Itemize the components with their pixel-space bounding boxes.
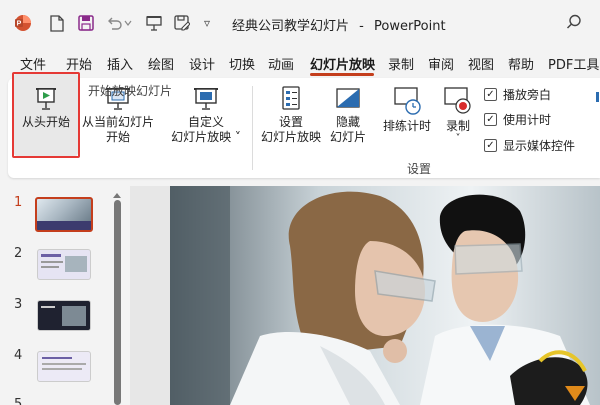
custom-slideshow-label-1: 自定义 [187, 115, 224, 129]
rehearse-timings-icon [394, 87, 421, 115]
thumbnails-scrollbar[interactable] [114, 200, 121, 405]
setup-slideshow-button[interactable]: 设置 幻灯片放映 [260, 86, 322, 145]
powerpoint-logo-icon: P [14, 14, 32, 32]
current-slide-photo[interactable] [170, 186, 600, 405]
lab-scientists-image [170, 186, 600, 405]
slide-number-4: 4 [14, 348, 23, 363]
active-tab-indicator [310, 73, 374, 76]
save-as-icon[interactable] [174, 14, 190, 32]
document-title: 经典公司教学幻灯片 [232, 19, 350, 34]
setup-slideshow-label-2: 幻灯片放映 [260, 130, 321, 144]
highlight-annotation [12, 72, 80, 158]
svg-text:P: P [17, 21, 22, 28]
tab-record[interactable]: 录制 [388, 54, 414, 73]
customize-toolbar-icon[interactable]: ▿ [204, 14, 210, 32]
tab-animations[interactable]: 动画 [268, 54, 294, 73]
new-file-icon[interactable] [50, 14, 64, 32]
checkbox-use-timings-box[interactable]: ✓ [484, 113, 497, 126]
save-icon[interactable] [78, 14, 94, 32]
slide-thumbnail-3[interactable] [37, 300, 91, 331]
hide-slide-label-1: 隐藏 [335, 115, 360, 129]
tab-file[interactable]: 文件 [20, 54, 46, 73]
tab-slideshow[interactable]: 幻灯片放映 [310, 54, 375, 73]
record-button[interactable]: 录制 ˅ [440, 86, 476, 144]
app-name: PowerPoint [374, 19, 446, 34]
title-separator: - [359, 19, 364, 34]
tab-transitions[interactable]: 切换 [229, 54, 255, 73]
ribbon-overflow-indicator [596, 92, 599, 102]
slide-number-1: 1 [14, 195, 23, 210]
setup-slideshow-label-1: 设置 [278, 115, 303, 129]
rehearse-timings-button[interactable]: 排练计时 [380, 86, 434, 134]
slide-number-2: 2 [14, 246, 23, 261]
tab-insert[interactable]: 插入 [107, 54, 133, 73]
tab-draw[interactable]: 绘图 [148, 54, 174, 73]
undo-icon[interactable] [106, 14, 122, 32]
slide-number-5: 5 [14, 397, 23, 405]
undo-dropdown-icon[interactable] [124, 14, 132, 32]
hide-slide-label-2: 幻灯片 [329, 130, 366, 144]
checkbox-play-narrations-label: 播放旁白 [503, 88, 552, 102]
slide-number-3: 3 [14, 297, 23, 312]
tab-pdf-tools[interactable]: PDF工具 [548, 54, 599, 73]
slide-thumbnail-1[interactable] [35, 197, 93, 232]
tab-view[interactable]: 视图 [468, 54, 494, 73]
hide-slide-button[interactable]: 隐藏 幻灯片 [326, 86, 370, 145]
tab-design[interactable]: 设计 [189, 54, 215, 73]
thumb-photo [37, 199, 91, 221]
checkbox-show-media-controls-label: 显示媒体控件 [503, 139, 576, 153]
hide-slide-icon [336, 88, 360, 108]
from-current-slide-label-1: 从当前幻灯片 [81, 115, 154, 129]
checkbox-use-timings-label: 使用计时 [503, 113, 552, 127]
slide-thumbnail-2[interactable] [37, 249, 91, 280]
checkbox-show-media-controls-box[interactable]: ✓ [484, 139, 497, 152]
from-current-slide-label-2: 开始 [105, 130, 130, 144]
checkbox-show-media-controls[interactable]: ✓ 显示媒体控件 [484, 137, 575, 154]
custom-slideshow-button[interactable]: 自定义 幻灯片放映 ˅ [170, 86, 242, 145]
record-icon [444, 87, 471, 114]
checkbox-play-narrations-box[interactable]: ✓ [484, 88, 497, 101]
tab-help[interactable]: 帮助 [508, 54, 534, 73]
record-dropdown-icon[interactable]: ˅ [440, 134, 476, 144]
setup-slideshow-icon [282, 86, 300, 110]
tab-review[interactable]: 审阅 [428, 54, 454, 73]
checkbox-play-narrations[interactable]: ✓ 播放旁白 [484, 86, 551, 103]
custom-slideshow-icon [194, 88, 218, 110]
checkbox-use-timings[interactable]: ✓ 使用计时 [484, 111, 551, 128]
window-title: 经典公司教学幻灯片 - PowerPoint [232, 15, 446, 34]
setup-group-label: 设置 [407, 162, 432, 176]
search-icon[interactable] [566, 14, 582, 33]
thumb-caption-band [37, 220, 91, 230]
title-bar: P ▿ 经典公司教学幻灯片 - PowerPoint [0, 0, 600, 46]
record-label: 录制 [445, 119, 470, 133]
slideshow-quick-icon[interactable] [146, 14, 162, 32]
ribbon-tabs: 文件 开始 插入 绘图 设计 切换 动画 幻灯片放映 录制 审阅 视图 帮助 P… [0, 46, 600, 76]
group-separator [252, 86, 253, 170]
slide-thumbnail-4[interactable] [37, 351, 91, 382]
rehearse-timings-label: 排练计时 [382, 119, 431, 133]
start-slideshow-group-label: 开始放映幻灯片 [88, 84, 173, 98]
custom-slideshow-label-2: 幻灯片放映 ˅ [171, 130, 241, 144]
tab-home[interactable]: 开始 [66, 54, 92, 73]
